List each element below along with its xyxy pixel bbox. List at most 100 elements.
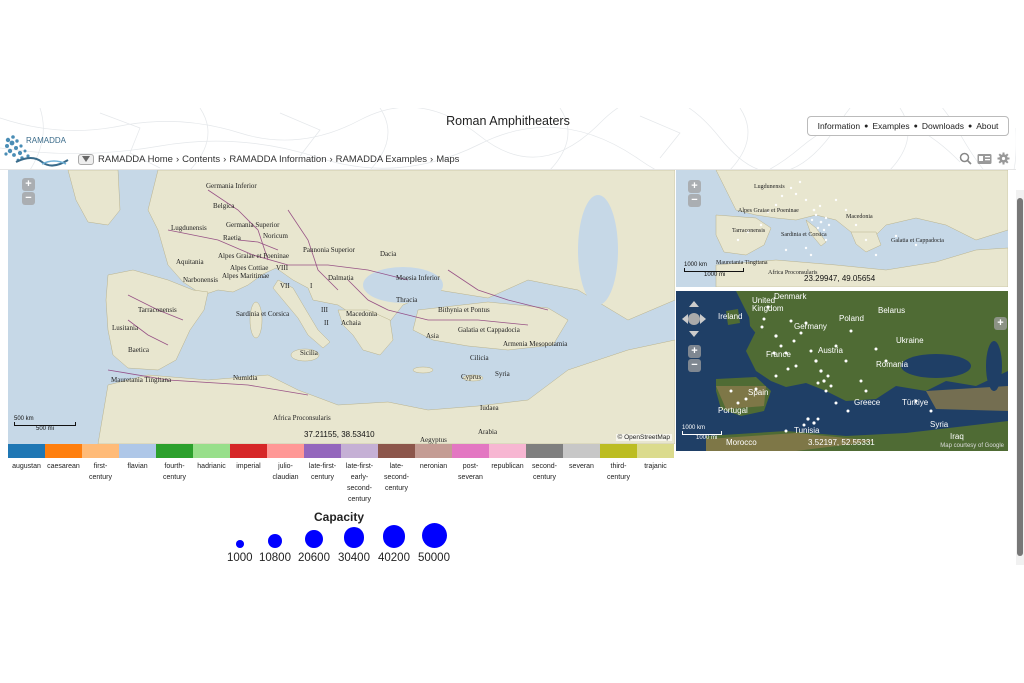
- zoom-in-button[interactable]: +: [22, 178, 35, 191]
- legend-swatch: [600, 444, 637, 458]
- legend-swatch: [82, 444, 119, 458]
- svg-text:Alpes Maritimae: Alpes Maritimae: [222, 272, 269, 280]
- svg-text:Lugdunensis: Lugdunensis: [171, 224, 207, 232]
- breadcrumb-home[interactable]: RAMADDA Home: [98, 154, 173, 165]
- svg-text:Asia: Asia: [426, 332, 440, 340]
- svg-text:VIII: VIII: [276, 264, 289, 272]
- nav-separator: ●: [913, 122, 918, 130]
- legend-label: post-severan: [458, 463, 483, 481]
- svg-text:Lusitania: Lusitania: [112, 324, 139, 332]
- legend-label: flavian: [127, 463, 148, 470]
- legend-swatch: [156, 444, 193, 458]
- svg-text:Belgica: Belgica: [213, 202, 235, 210]
- nav-about[interactable]: About: [976, 121, 998, 131]
- search-icon[interactable]: [959, 152, 972, 165]
- svg-text:Tarraconensis: Tarraconensis: [138, 306, 177, 314]
- nav-separator: ●: [864, 122, 869, 130]
- sat-layer-switcher-button[interactable]: +: [994, 317, 1007, 330]
- legend-swatch: [45, 444, 82, 458]
- satellite-map-canvas[interactable]: Denmark United Kingdom Ireland Poland Be…: [676, 291, 1008, 451]
- gear-icon[interactable]: [997, 152, 1010, 165]
- nav-downloads[interactable]: Downloads: [922, 121, 964, 131]
- scrollbar[interactable]: [1016, 190, 1024, 565]
- legend-item: severan: [563, 444, 600, 505]
- main-map[interactable]: Germania Inferior Belgica Germania Super…: [8, 170, 675, 444]
- svg-text:Lugdunensis: Lugdunensis: [754, 184, 785, 190]
- legend-swatch: [378, 444, 415, 458]
- legend-item: caesarean: [45, 444, 82, 505]
- breadcrumb: RAMADDA Home › Contents › RAMADDA Inform…: [78, 152, 459, 166]
- pan-control[interactable]: [682, 301, 706, 341]
- svg-text:Türkiye: Türkiye: [902, 398, 929, 407]
- breadcrumb-information[interactable]: RAMADDA Information: [229, 154, 326, 165]
- capacity-value-label: 50000: [418, 552, 450, 564]
- legend-item: late-first-century: [304, 444, 341, 505]
- svg-text:Bithynia et Pontus: Bithynia et Pontus: [438, 306, 490, 314]
- header: RAMADDA Roman Amphitheaters Information …: [0, 108, 1016, 170]
- svg-text:Moesia Inferior: Moesia Inferior: [396, 274, 440, 282]
- scrollbar-thumb[interactable]: [1017, 198, 1023, 556]
- nav-separator: ●: [967, 122, 973, 130]
- legend-label: late-first-century: [308, 463, 337, 481]
- pan-arrows-icon[interactable]: [682, 301, 706, 341]
- capacity-legend: Capacity 1000 10800 20600 30400 40200 50000: [224, 508, 454, 568]
- svg-text:Arabia: Arabia: [478, 428, 498, 436]
- svg-text:Africa Proconsularis: Africa Proconsularis: [273, 414, 331, 422]
- breadcrumb-separator: ›: [223, 153, 227, 165]
- logo-text: RAMADDA: [26, 136, 67, 145]
- legend-swatch: [526, 444, 563, 458]
- svg-text:Tarraconensis: Tarraconensis: [732, 228, 766, 234]
- svg-text:Germania Inferior: Germania Inferior: [206, 182, 257, 190]
- main-map-canvas[interactable]: Germania Inferior Belgica Germania Super…: [8, 170, 675, 444]
- svg-text:Iudaea: Iudaea: [480, 404, 500, 412]
- legend-item: trajanic: [637, 444, 674, 505]
- legend-swatch: [119, 444, 156, 458]
- breadcrumb-maps[interactable]: Maps: [436, 154, 459, 165]
- svg-text:Poland: Poland: [839, 314, 864, 323]
- legend-label: julio-claudian: [272, 463, 299, 481]
- svg-text:Macedonia: Macedonia: [846, 214, 873, 220]
- satellite-map[interactable]: Denmark United Kingdom Ireland Poland Be…: [676, 291, 1008, 451]
- svg-text:Achaia: Achaia: [341, 319, 362, 327]
- svg-text:II: II: [324, 319, 329, 327]
- id-card-icon[interactable]: [977, 153, 992, 165]
- svg-text:Tunisia: Tunisia: [794, 426, 820, 435]
- capacity-value-label: 1000: [227, 552, 253, 564]
- capacity-title: Capacity: [313, 510, 365, 524]
- mouse-coordinates: 37.21155, 38.53410: [304, 430, 375, 439]
- legend-swatch: [230, 444, 267, 458]
- svg-text:Narbonensis: Narbonensis: [183, 276, 218, 284]
- legend-label: neronian: [419, 463, 448, 470]
- overview-zoom-in-button[interactable]: +: [688, 180, 701, 193]
- legend-label: late-first-early-second-century: [345, 463, 374, 503]
- svg-text:Germany: Germany: [794, 322, 827, 331]
- svg-text:Aquitania: Aquitania: [176, 258, 204, 266]
- sat-zoom-in-button[interactable]: +: [688, 345, 701, 358]
- scale-bar: 500 km 500 mi: [14, 416, 76, 432]
- svg-text:Raetia: Raetia: [223, 234, 242, 242]
- legend-swatch: [415, 444, 452, 458]
- legend-item: late-first-early-second-century: [341, 444, 378, 505]
- legend-label: trajanic: [644, 463, 667, 470]
- capacity-value-label: 10800: [259, 552, 291, 564]
- breadcrumb-contents[interactable]: Contents: [182, 154, 220, 165]
- legend-label: fourth-century: [163, 463, 186, 481]
- nav-examples[interactable]: Examples: [872, 121, 909, 131]
- breadcrumb-examples[interactable]: RAMADDA Examples: [336, 154, 427, 165]
- entry-menu-button[interactable]: [78, 153, 94, 165]
- chevron-down-icon: [82, 156, 90, 162]
- svg-text:Thracia: Thracia: [396, 296, 418, 304]
- sat-zoom-out-button[interactable]: −: [688, 359, 701, 372]
- map-attribution[interactable]: © OpenStreetMap: [615, 434, 672, 441]
- overview-zoom-out-button[interactable]: −: [688, 194, 701, 207]
- overview-map[interactable]: Lugdunensis Alpes Graiae et Poeninae Tar…: [676, 170, 1008, 287]
- zoom-out-button[interactable]: −: [22, 192, 35, 205]
- nav-information[interactable]: Information: [818, 121, 861, 131]
- capacity-dot: [343, 527, 365, 548]
- legend-label: caesarean: [47, 463, 80, 470]
- capacity-items: 1000 10800 20600 30400 40200 50000: [224, 523, 454, 568]
- svg-text:Greece: Greece: [854, 398, 881, 407]
- sat-map-attribution[interactable]: Map courtesy of Google: [938, 443, 1006, 449]
- capacity-value-label: 20600: [298, 552, 330, 564]
- svg-text:Alpes Cottiae: Alpes Cottiae: [230, 264, 268, 272]
